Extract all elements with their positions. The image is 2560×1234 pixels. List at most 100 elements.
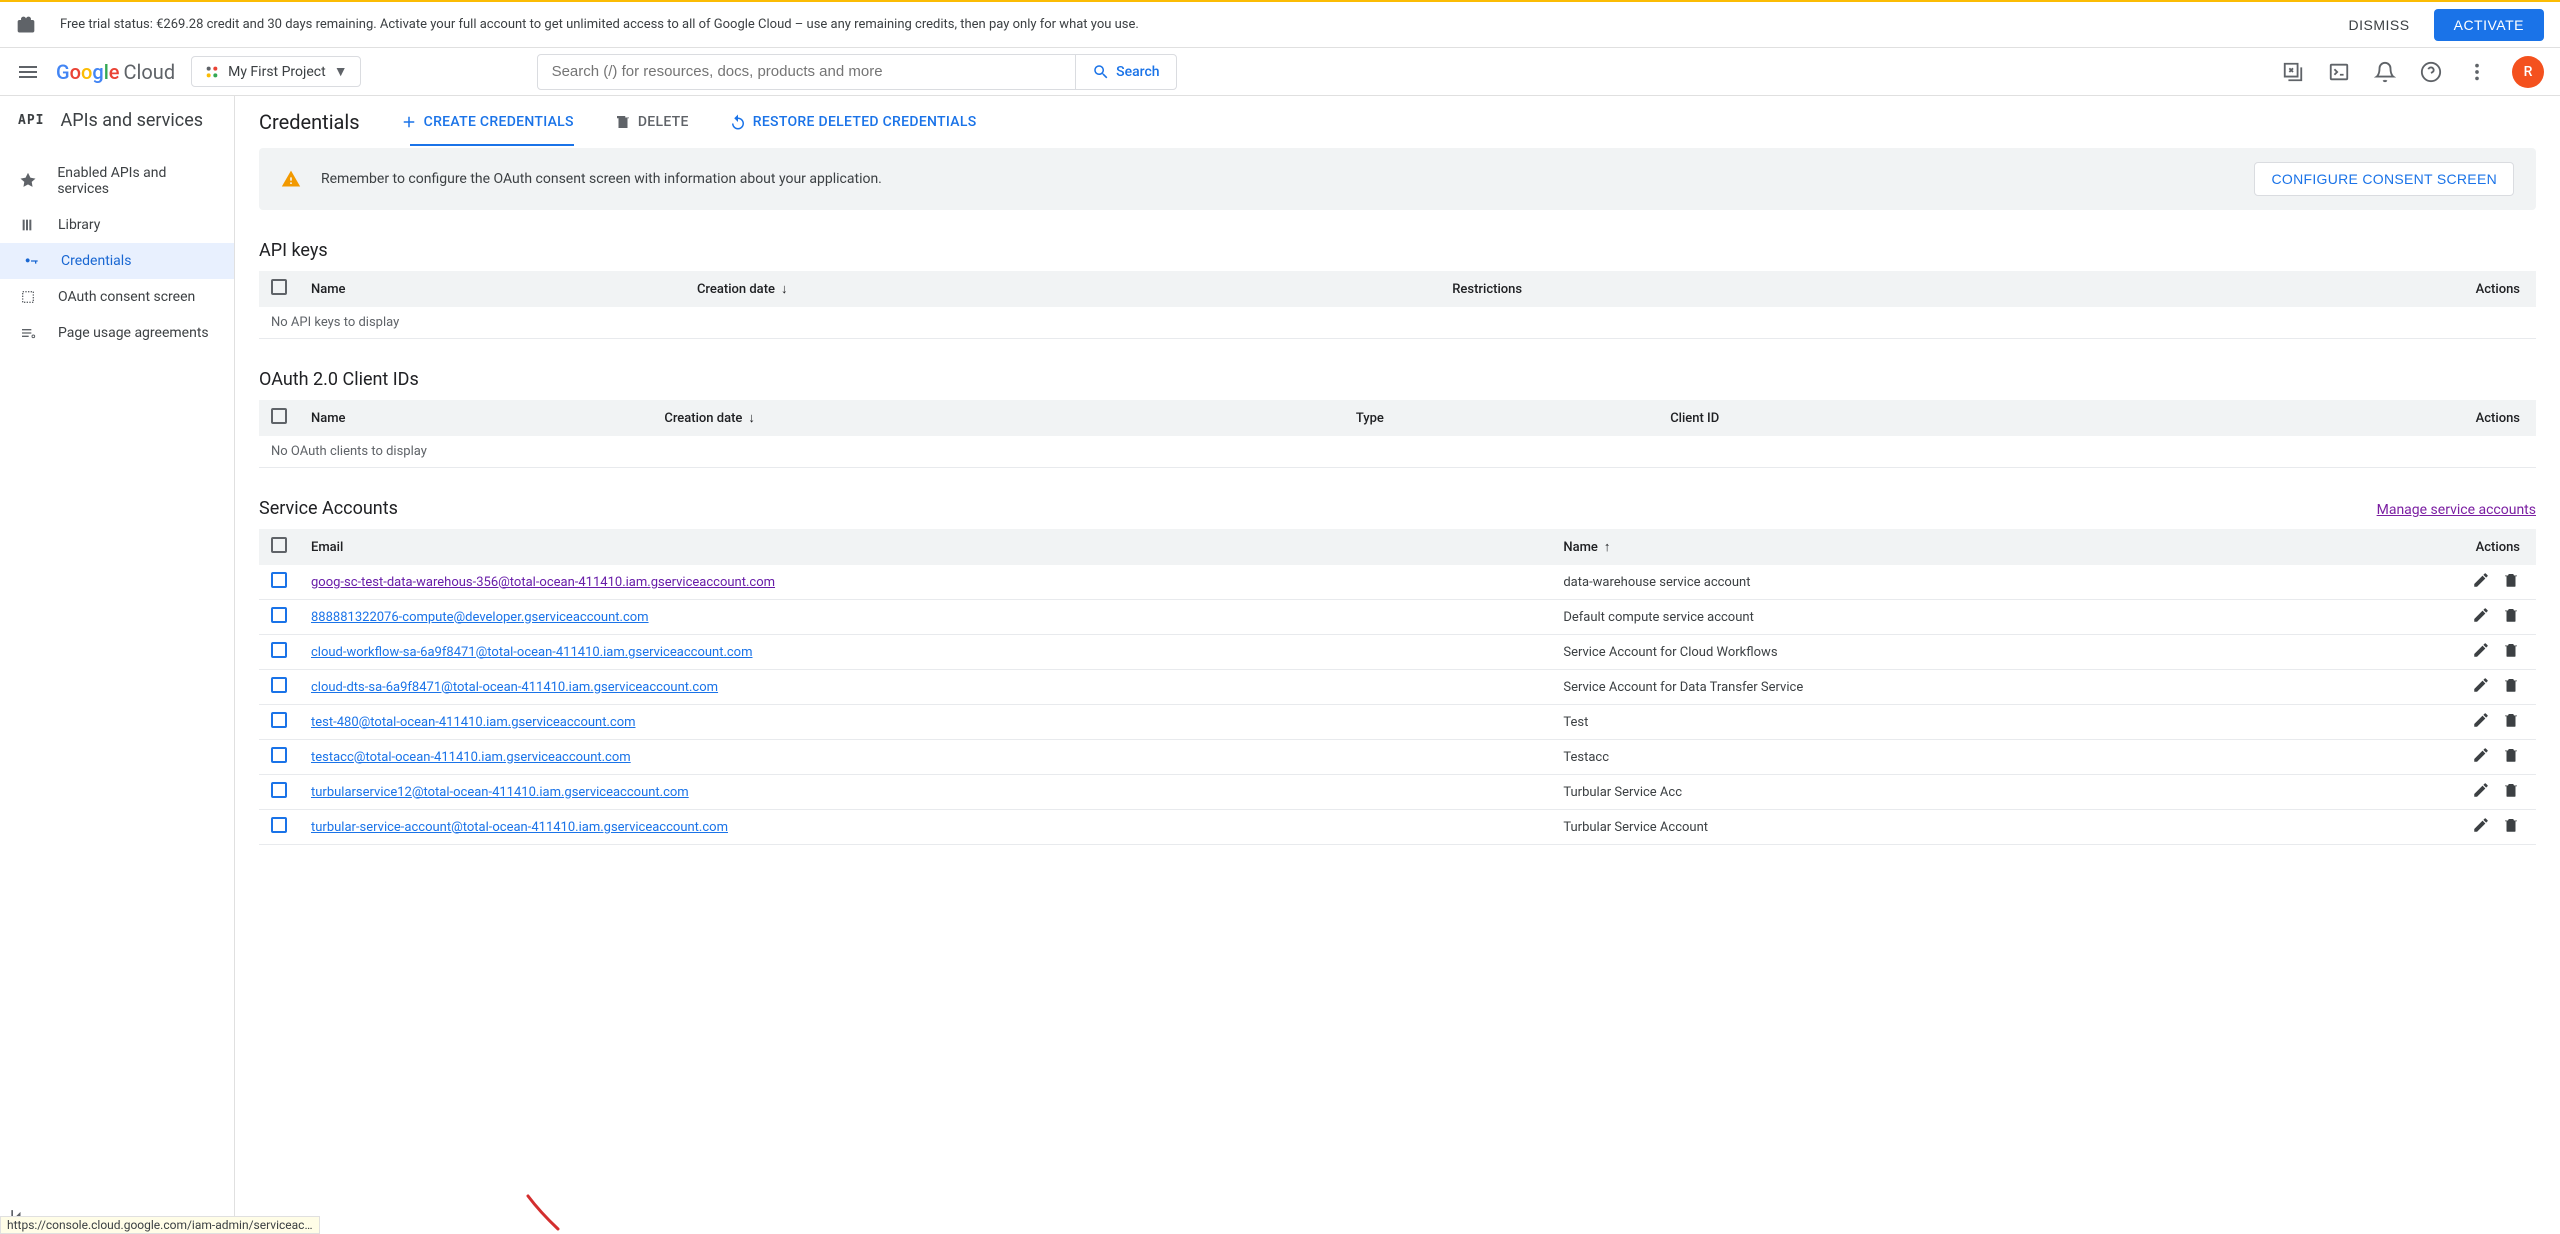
delete-icon[interactable] — [2502, 606, 2520, 624]
service-accounts-table: Email Name↑ Actions goog-sc-test-data-wa… — [259, 529, 2536, 845]
api-icon: API — [18, 113, 44, 128]
row-checkbox[interactable] — [271, 817, 287, 833]
sidebar-item-library[interactable]: Library — [0, 207, 234, 243]
configure-consent-button[interactable]: CONFIGURE CONSENT SCREEN — [2254, 162, 2514, 196]
activate-button[interactable]: ACTIVATE — [2434, 9, 2544, 41]
delete-icon[interactable] — [2502, 711, 2520, 729]
search-button[interactable]: Search — [1075, 55, 1175, 89]
delete-icon[interactable] — [2502, 676, 2520, 694]
service-account-email-link[interactable]: goog-sc-test-data-warehous-356@total-oce… — [311, 575, 775, 590]
trial-text: Free trial status: €269.28 credit and 30… — [60, 17, 1139, 32]
help-icon[interactable] — [2420, 61, 2442, 83]
delete-icon[interactable] — [2502, 571, 2520, 589]
settings-list-icon — [18, 325, 38, 341]
col-name[interactable]: Name — [299, 271, 685, 307]
col-type[interactable]: Type — [1344, 400, 1658, 436]
project-name: My First Project — [228, 64, 326, 80]
service-account-email-link[interactable]: cloud-dts-sa-6a9f8471@total-ocean-411410… — [311, 680, 718, 695]
gemini-icon[interactable] — [2282, 61, 2304, 83]
oauth-section: OAuth 2.0 Client IDs Name Creation date↓… — [259, 369, 2536, 468]
service-account-email-link[interactable]: cloud-workflow-sa-6a9f8471@total-ocean-4… — [311, 645, 753, 660]
delete-icon[interactable] — [2502, 746, 2520, 764]
diamond-icon — [18, 173, 37, 189]
restore-button[interactable]: RESTORE DELETED CREDENTIALS — [729, 113, 977, 131]
google-logo-text: Google — [56, 60, 120, 84]
sidebar-item-credentials[interactable]: Credentials — [0, 243, 234, 279]
col-creation[interactable]: Creation date↓ — [685, 271, 1440, 307]
col-name[interactable]: Name — [299, 400, 652, 436]
edit-icon[interactable] — [2472, 676, 2490, 694]
oauth-empty: No OAuth clients to display — [259, 436, 2536, 468]
avatar[interactable]: R — [2512, 56, 2544, 88]
menu-icon[interactable] — [16, 60, 40, 84]
sidebar-item-label: Credentials — [61, 253, 131, 269]
delete-icon[interactable] — [2502, 816, 2520, 834]
edit-icon[interactable] — [2472, 781, 2490, 799]
delete-icon[interactable] — [2502, 781, 2520, 799]
service-account-email-link[interactable]: test-480@total-ocean-411410.iam.gservice… — [311, 715, 636, 730]
row-checkbox[interactable] — [271, 747, 287, 763]
oauth-title: OAuth 2.0 Client IDs — [259, 369, 2536, 390]
row-checkbox[interactable] — [271, 677, 287, 693]
header: Google Cloud My First Project ▼ Search R — [0, 48, 2560, 96]
service-account-name: Testacc — [1551, 740, 2315, 775]
edit-icon[interactable] — [2472, 816, 2490, 834]
search-label: Search — [1116, 64, 1159, 80]
project-icon — [204, 64, 220, 80]
page-title: Credentials — [259, 110, 360, 134]
manage-service-accounts-link[interactable]: Manage service accounts — [2377, 502, 2536, 518]
service-account-email-link[interactable]: turbularservice12@total-ocean-411410.iam… — [311, 785, 689, 800]
delete-icon[interactable] — [2502, 641, 2520, 659]
service-account-name: Test — [1551, 705, 2315, 740]
dismiss-button[interactable]: DISMISS — [2337, 9, 2422, 41]
sidebar-item-label: Page usage agreements — [58, 325, 209, 341]
api-keys-section: API keys Name Creation date↓ Restriction… — [259, 240, 2536, 339]
create-credentials-button[interactable]: CREATE CREDENTIALS — [400, 113, 574, 131]
notifications-icon[interactable] — [2374, 61, 2396, 83]
edit-icon[interactable] — [2472, 711, 2490, 729]
col-actions: Actions — [2099, 400, 2536, 436]
col-actions: Actions — [2059, 271, 2536, 307]
select-all-checkbox[interactable] — [271, 408, 287, 424]
more-icon[interactable] — [2466, 61, 2488, 83]
table-row: test-480@total-ocean-411410.iam.gservice… — [259, 705, 2536, 740]
col-client-id[interactable]: Client ID — [1658, 400, 2099, 436]
edit-icon[interactable] — [2472, 746, 2490, 764]
table-row: cloud-dts-sa-6a9f8471@total-ocean-411410… — [259, 670, 2536, 705]
consent-info-box: Remember to configure the OAuth consent … — [259, 148, 2536, 210]
service-account-email-link[interactable]: turbular-service-account@total-ocean-411… — [311, 820, 728, 835]
cloud-logo-text: Cloud — [124, 60, 176, 84]
trial-banner: Free trial status: €269.28 credit and 30… — [0, 0, 2560, 48]
sidebar-item-enabled-apis[interactable]: Enabled APIs and services — [0, 155, 234, 207]
service-account-email-link[interactable]: testacc@total-ocean-411410.iam.gservicea… — [311, 750, 631, 765]
sidebar-header[interactable]: API APIs and services — [0, 96, 234, 145]
select-all-checkbox[interactable] — [271, 279, 287, 295]
table-row: turbularservice12@total-ocean-411410.iam… — [259, 775, 2536, 810]
delete-button[interactable]: DELETE — [614, 113, 689, 131]
edit-icon[interactable] — [2472, 641, 2490, 659]
table-row: goog-sc-test-data-warehous-356@total-oce… — [259, 565, 2536, 600]
service-account-email-link[interactable]: 888881322076-compute@developer.gservicea… — [311, 610, 649, 625]
row-checkbox[interactable] — [271, 572, 287, 588]
sidebar-item-page-usage[interactable]: Page usage agreements — [0, 315, 234, 351]
select-all-checkbox[interactable] — [271, 537, 287, 553]
cloud-shell-icon[interactable] — [2328, 61, 2350, 83]
oauth-table: Name Creation date↓ Type Client ID Actio… — [259, 400, 2536, 468]
col-restrictions[interactable]: Restrictions — [1440, 271, 2059, 307]
page-header: Credentials CREATE CREDENTIALS DELETE RE… — [259, 96, 2536, 148]
row-checkbox[interactable] — [271, 607, 287, 623]
consent-message: Remember to configure the OAuth consent … — [321, 171, 2234, 187]
col-name[interactable]: Name↑ — [1551, 529, 2315, 565]
google-cloud-logo[interactable]: Google Cloud — [56, 60, 175, 84]
row-checkbox[interactable] — [271, 782, 287, 798]
row-checkbox[interactable] — [271, 642, 287, 658]
edit-icon[interactable] — [2472, 571, 2490, 589]
api-keys-title: API keys — [259, 240, 2536, 261]
search-input[interactable] — [552, 63, 1062, 80]
row-checkbox[interactable] — [271, 712, 287, 728]
col-email[interactable]: Email — [299, 529, 1551, 565]
col-creation[interactable]: Creation date↓ — [652, 400, 1343, 436]
project-picker[interactable]: My First Project ▼ — [191, 56, 360, 87]
sidebar-item-oauth-consent[interactable]: OAuth consent screen — [0, 279, 234, 315]
edit-icon[interactable] — [2472, 606, 2490, 624]
